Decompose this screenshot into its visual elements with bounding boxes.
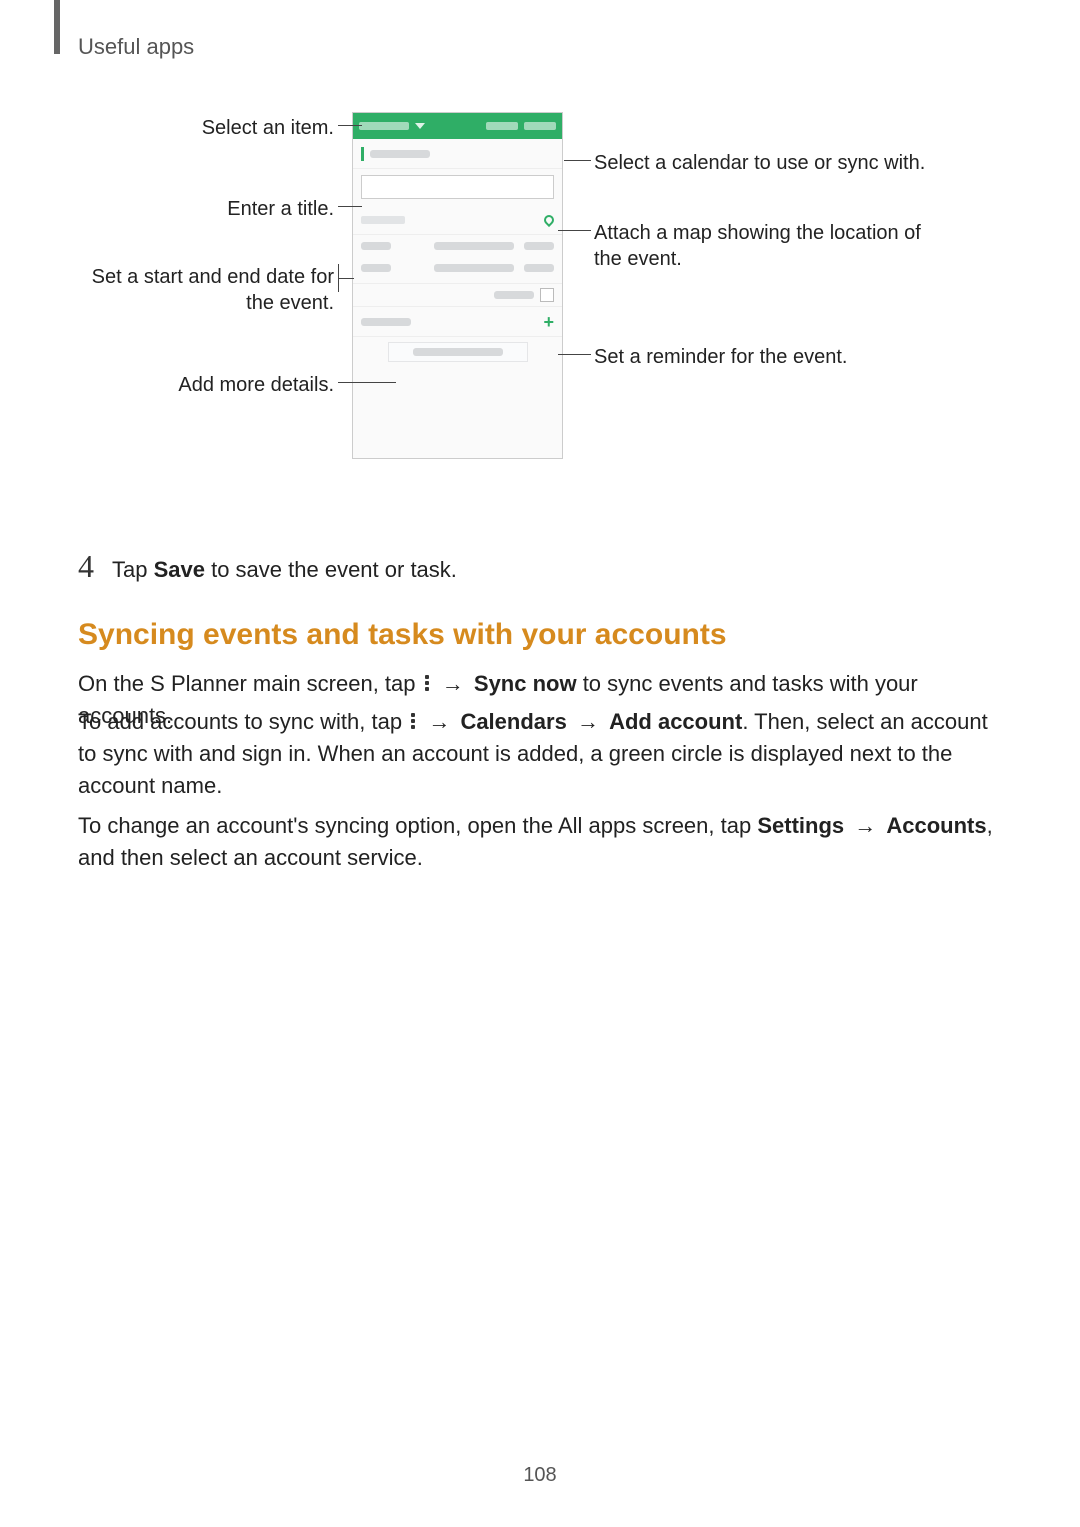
plus-icon: + — [543, 313, 554, 331]
view-more-label-placeholder — [413, 348, 503, 356]
map-pin-icon — [542, 212, 556, 226]
leader-line — [338, 206, 362, 207]
section-heading-syncing: Syncing events and tasks with your accou… — [78, 618, 727, 652]
view-more-row — [353, 337, 562, 367]
more-options-icon — [424, 673, 430, 693]
arrow-icon: → — [428, 709, 450, 734]
leader-line — [558, 354, 591, 355]
end-time-placeholder — [524, 264, 554, 272]
arrow-icon: → — [442, 671, 464, 696]
save-keyword: Save — [154, 557, 205, 582]
start-time-placeholder — [524, 242, 554, 250]
callout-enter-title: Enter a title. — [78, 196, 334, 222]
settings-keyword: Settings — [757, 813, 844, 838]
paragraph-add-accounts: To add accounts to sync with, tap → Cale… — [78, 706, 1002, 802]
callout-select-item: Select an item. — [78, 115, 334, 141]
callout-set-reminder: Set a reminder for the event. — [594, 344, 944, 370]
text: Tap — [112, 557, 154, 582]
view-more-button-placeholder — [388, 342, 528, 362]
leader-line — [564, 160, 591, 161]
end-date-placeholder — [434, 264, 514, 272]
step-4: 4 Tap Save to save the event or task. — [78, 548, 457, 585]
start-date-placeholder — [434, 242, 514, 250]
callout-select-calendar: Select a calendar to use or sync with. — [594, 150, 944, 176]
add-account-keyword: Add account — [609, 709, 742, 734]
arrow-icon: → — [577, 709, 599, 734]
reminder-row: + — [353, 307, 562, 337]
title-input-placeholder — [361, 175, 554, 199]
page-number: 108 — [0, 1464, 1080, 1487]
all-day-checkbox — [540, 288, 554, 302]
step-number: 4 — [78, 548, 94, 585]
page-tab-mark — [54, 0, 60, 54]
arrow-icon: → — [854, 813, 876, 838]
leader-line — [338, 264, 339, 292]
text: To add accounts to sync with, tap — [78, 709, 408, 734]
phone-topbar — [353, 113, 562, 139]
leader-line — [558, 230, 591, 231]
calendars-keyword: Calendars — [460, 709, 566, 734]
calendar-name-placeholder — [370, 150, 430, 158]
dropdown-caret-icon — [415, 123, 425, 129]
callout-attach-map: Attach a map showing the location of the… — [594, 220, 944, 272]
step-text: Tap Save to save the event or task. — [112, 557, 457, 583]
all-day-label-placeholder — [494, 291, 534, 299]
text: On the S Planner main screen, tap — [78, 671, 422, 696]
calendar-select-row — [353, 139, 562, 169]
all-day-row — [353, 284, 562, 307]
text: To change an account's syncing option, o… — [78, 813, 757, 838]
location-row — [353, 205, 562, 235]
section-breadcrumb: Useful apps — [78, 34, 194, 60]
cancel-button-placeholder — [486, 122, 518, 130]
leader-line — [338, 278, 354, 279]
end-label-placeholder — [361, 264, 391, 272]
callout-set-dates: Set a start and end date for the event. — [78, 264, 334, 316]
callout-add-details: Add more details. — [78, 372, 334, 398]
phone-screenshot: + — [352, 112, 563, 459]
leader-line — [338, 125, 362, 126]
text: to save the event or task. — [205, 557, 457, 582]
paragraph-change-sync: To change an account's syncing option, o… — [78, 810, 1002, 874]
accounts-keyword: Accounts — [886, 813, 986, 838]
save-button-placeholder — [524, 122, 556, 130]
leader-line — [338, 382, 396, 383]
sync-now-keyword: Sync now — [474, 671, 577, 696]
event-editor-diagram: + Select an item. Enter a title. Set a s… — [0, 112, 1080, 502]
location-placeholder — [361, 216, 405, 224]
reminder-label-placeholder — [361, 318, 411, 326]
more-options-icon — [410, 711, 416, 731]
date-rows — [353, 235, 562, 284]
start-label-placeholder — [361, 242, 391, 250]
event-type-dropdown-label — [359, 122, 409, 130]
calendar-color-icon — [361, 147, 364, 161]
